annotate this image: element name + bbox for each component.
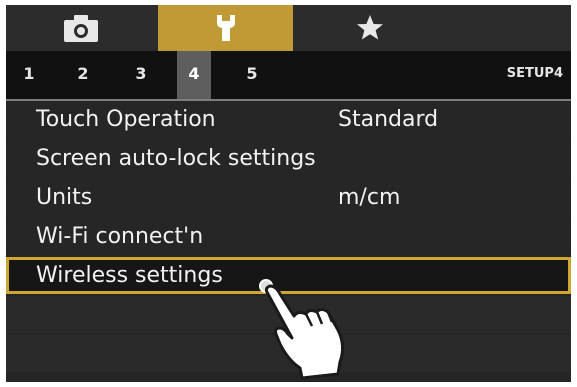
page-tab-2[interactable]: 2 xyxy=(70,51,96,99)
page-tab-5[interactable]: 5 xyxy=(239,51,265,99)
menu-item-units[interactable]: Units m/cm xyxy=(6,179,571,216)
menu-item-value: Standard xyxy=(338,107,439,132)
page-tab-3[interactable]: 3 xyxy=(128,51,154,99)
camera-icon xyxy=(64,15,98,42)
wrench-icon xyxy=(216,15,235,41)
tap-hand-icon xyxy=(259,279,345,380)
menu-item-value: m/cm xyxy=(338,185,401,210)
menu-item-touch-operation[interactable]: Touch Operation Standard xyxy=(6,101,571,138)
menu-item-label: Wireless settings xyxy=(36,263,223,288)
page-tab-4[interactable]: 4 xyxy=(177,51,211,99)
tab-my-menu[interactable] xyxy=(295,5,445,51)
star-icon xyxy=(357,15,383,40)
tab-shooting[interactable] xyxy=(6,5,156,51)
menu-category-tabs xyxy=(6,5,571,51)
tab-setup[interactable] xyxy=(158,5,293,51)
menu-item-label: Units xyxy=(36,185,93,210)
menu-item-screen-auto-lock[interactable]: Screen auto-lock settings xyxy=(6,140,571,177)
menu-item-label: Wi-Fi connect'n xyxy=(36,224,204,249)
menu-tab-label: SETUP4 xyxy=(506,66,563,81)
menu-page-bar: 1 2 3 4 5 SETUP4 xyxy=(6,51,571,101)
menu-item-label: Touch Operation xyxy=(36,107,216,132)
page-tab-1[interactable]: 1 xyxy=(16,51,42,99)
menu-item-wifi-connect[interactable]: Wi-Fi connect'n xyxy=(6,218,571,255)
menu-item-label: Screen auto-lock settings xyxy=(36,146,316,171)
